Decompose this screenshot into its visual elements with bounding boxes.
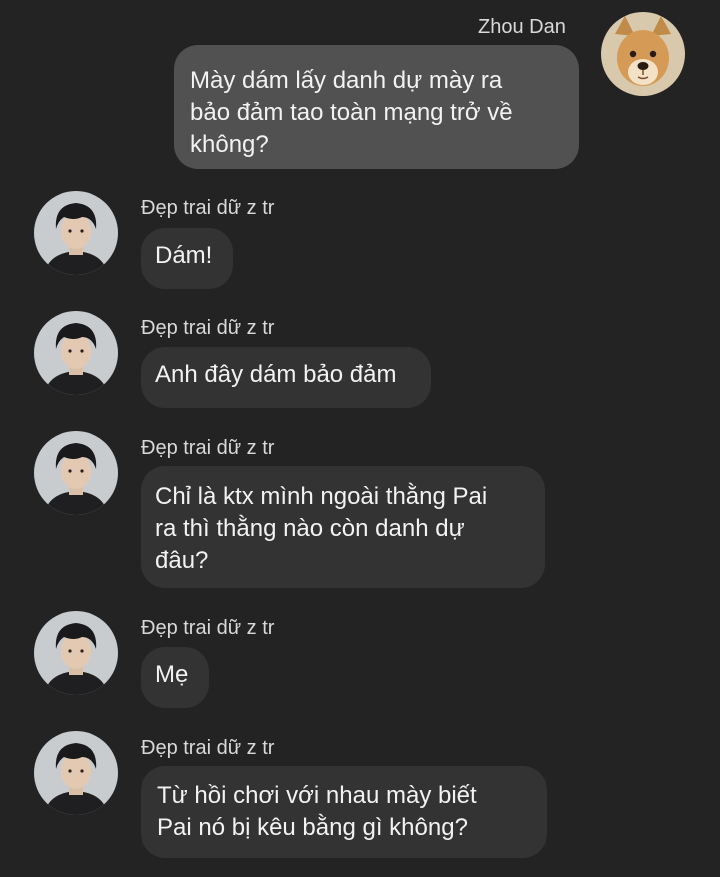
sender-name: Đẹp trai dữ z tr: [141, 737, 275, 759]
message-text-line: Từ hồi chơi với nhau mày biết: [157, 782, 477, 809]
message-text-line: Mẹ: [155, 661, 189, 688]
sender-name: Đẹp trai dữ z tr: [141, 617, 275, 639]
sender-name: Đẹp trai dữ z tr: [141, 317, 275, 339]
boy-avatar-icon[interactable]: [34, 731, 118, 815]
message-text-line: Pai nó bị kêu bằng gì không?: [157, 814, 468, 841]
message-text-line: Mày dám lấy danh dự mày ra: [190, 67, 503, 94]
message-text-line: đâu?: [155, 547, 209, 574]
message-bubble[interactable]: Mẹ: [141, 647, 209, 708]
sender-name: Đẹp trai dữ z tr: [141, 437, 275, 459]
message-text-line: không?: [190, 131, 269, 158]
message-text-line: ra thì thằng nào còn danh dự: [155, 515, 465, 542]
message-text-line: bảo đảm tao toàn mạng trở về: [190, 99, 513, 126]
boy-avatar-icon[interactable]: [34, 311, 118, 395]
chat-window: Zhou Dan Mày dám lấy danh dự mày ra bảo …: [0, 0, 720, 877]
message-bubble[interactable]: Mày dám lấy danh dự mày ra bảo đảm tao t…: [174, 45, 579, 169]
message-text-line: Chỉ là ktx mình ngoài thằng Pai: [155, 483, 488, 510]
message-text-line: Dám!: [155, 242, 213, 269]
message-bubble[interactable]: Chỉ là ktx mình ngoài thằng Pai ra thì t…: [141, 466, 545, 588]
sender-name: Zhou Dan: [478, 16, 566, 38]
sender-name: Đẹp trai dữ z tr: [141, 197, 275, 219]
message-text-line: Anh đây dám bảo đảm: [155, 361, 397, 388]
message-bubble[interactable]: Dám!: [141, 228, 233, 289]
message-bubble[interactable]: Từ hồi chơi với nhau mày biết Pai nó bị …: [141, 766, 547, 858]
boy-avatar-icon[interactable]: [34, 611, 118, 695]
boy-avatar-icon[interactable]: [34, 431, 118, 515]
message-bubble[interactable]: Anh đây dám bảo đảm: [141, 347, 431, 408]
dog-avatar-icon[interactable]: [601, 12, 685, 96]
boy-avatar-icon[interactable]: [34, 191, 118, 275]
